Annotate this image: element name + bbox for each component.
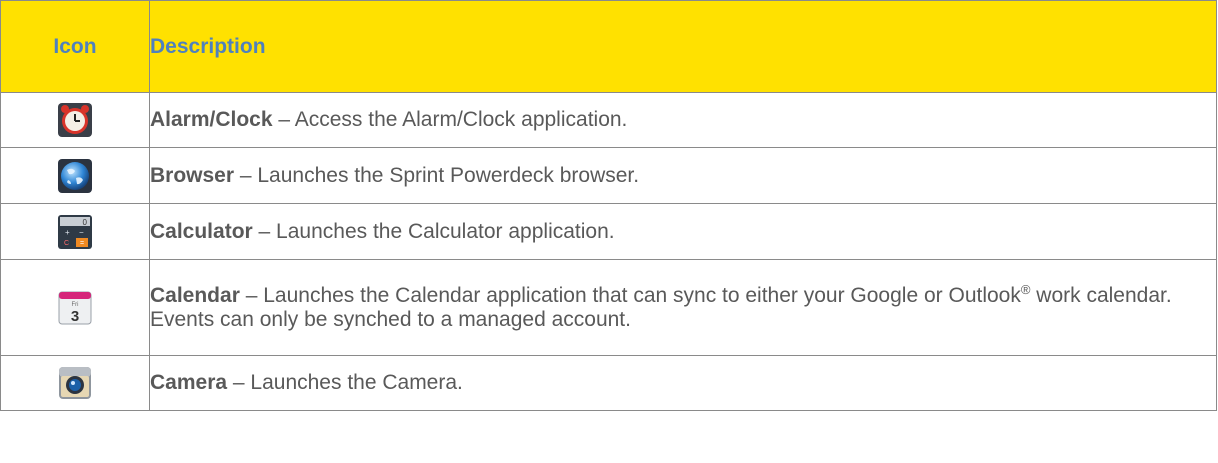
header-description: Description	[149, 0, 1217, 93]
icon-cell	[0, 92, 150, 148]
calendar-icon: Fri 3	[57, 290, 93, 326]
svg-text:=: =	[80, 240, 84, 247]
description-cell: Camera – Launches the Camera.	[149, 355, 1217, 411]
description-cell: Browser – Launches the Sprint Powerdeck …	[149, 147, 1217, 204]
registered-mark: ®	[1020, 281, 1031, 297]
camera-icon	[57, 365, 93, 401]
app-description: – Access the Alarm/Clock application.	[272, 108, 628, 131]
app-name: Calculator	[150, 219, 253, 243]
app-name: Alarm/Clock	[150, 108, 273, 131]
svg-text:C: C	[64, 240, 69, 247]
header-icon: Icon	[0, 0, 150, 93]
app-name: Calendar	[150, 283, 240, 307]
icon-cell: Fri 3	[0, 259, 150, 356]
alarm-clock-icon	[57, 102, 93, 138]
icon-cell	[0, 355, 150, 411]
icon-cell: 0 + − C =	[0, 203, 150, 260]
svg-text:+: +	[65, 228, 70, 237]
svg-text:−: −	[79, 228, 84, 237]
table-row: Browser – Launches the Sprint Powerdeck …	[0, 147, 1217, 204]
calculator-icon: 0 + − C =	[57, 214, 93, 250]
app-description: – Launches the Calendar application that…	[239, 283, 1021, 307]
description-cell: Calculator – Launches the Calculator app…	[149, 203, 1217, 260]
table-header-row: Icon Description	[0, 0, 1217, 93]
calendar-icon-date: 3	[71, 308, 79, 325]
table-row: Camera – Launches the Camera.	[0, 355, 1217, 411]
app-name: Camera	[150, 371, 228, 394]
app-name: Browser	[150, 163, 235, 187]
app-description: – Launches the Camera.	[227, 371, 463, 394]
table-row: Fri 3 Calendar – Launches the Calendar a…	[0, 259, 1217, 356]
table-row: 0 + − C = Calculator – Launches the Calc…	[0, 203, 1217, 260]
description-cell: Alarm/Clock – Access the Alarm/Clock app…	[149, 92, 1217, 148]
browser-globe-icon	[57, 158, 93, 194]
app-description: – Launches the Calculator application.	[252, 219, 615, 243]
description-cell: Calendar – Launches the Calendar applica…	[149, 259, 1217, 356]
svg-text:0: 0	[83, 218, 88, 227]
app-description: – Launches the Sprint Powerdeck browser.	[234, 163, 640, 187]
table-row: Alarm/Clock – Access the Alarm/Clock app…	[0, 92, 1217, 148]
apps-table: Icon Description Alarm/Clock – Access th…	[0, 0, 1217, 411]
icon-cell	[0, 147, 150, 204]
